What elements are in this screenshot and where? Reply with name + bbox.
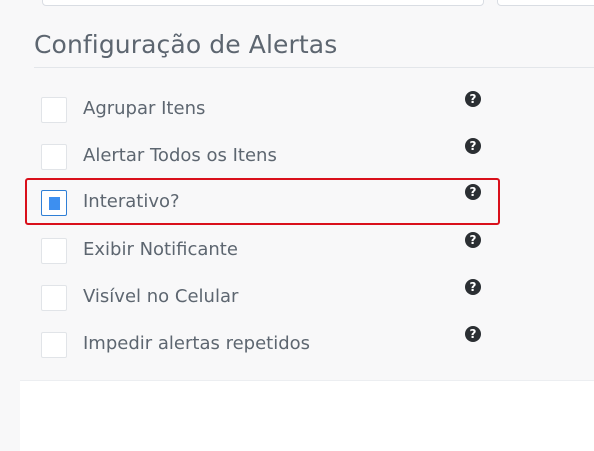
option-row-interativo: Interativo? ? (0, 184, 594, 230)
question-circle-icon[interactable]: ? (465, 184, 481, 200)
interativo-label: Interativo? (83, 191, 180, 212)
section-divider (34, 67, 594, 68)
agrupar-itens-checkbox[interactable] (41, 97, 67, 123)
option-row-agrupar-itens: Agrupar Itens ? (0, 91, 594, 137)
agrupar-itens-label: Agrupar Itens (83, 98, 206, 119)
exibir-notificante-label: Exibir Notificante (83, 239, 238, 260)
section-title: Configuração de Alertas (34, 30, 338, 59)
visivel-celular-checkbox[interactable] (41, 285, 67, 311)
impedir-repetidos-label: Impedir alertas repetidos (83, 333, 311, 354)
option-row-visivel-celular: Visível no Celular ? (0, 279, 594, 325)
impedir-repetidos-checkbox[interactable] (41, 332, 67, 358)
interativo-checkbox[interactable] (41, 190, 67, 216)
option-row-exibir-notificante: Exibir Notificante ? (0, 232, 594, 278)
question-circle-icon[interactable]: ? (465, 91, 481, 107)
option-row-alertar-todos: Alertar Todos os Itens ? (0, 138, 594, 184)
checkbox-checked-indicator (49, 197, 60, 210)
exibir-notificante-checkbox[interactable] (41, 238, 67, 264)
alertar-todos-checkbox[interactable] (41, 144, 67, 170)
question-circle-icon[interactable]: ? (465, 138, 481, 154)
top-select-field[interactable] (497, 0, 594, 6)
question-circle-icon[interactable]: ? (465, 232, 481, 248)
question-circle-icon[interactable]: ? (465, 326, 481, 342)
bottom-panel (20, 380, 594, 451)
alertar-todos-label: Alertar Todos os Itens (83, 145, 277, 166)
visivel-celular-label: Visível no Celular (83, 286, 239, 307)
top-input-field[interactable] (42, 0, 484, 6)
option-row-impedir-repetidos: Impedir alertas repetidos ? (0, 326, 594, 372)
question-circle-icon[interactable]: ? (465, 279, 481, 295)
